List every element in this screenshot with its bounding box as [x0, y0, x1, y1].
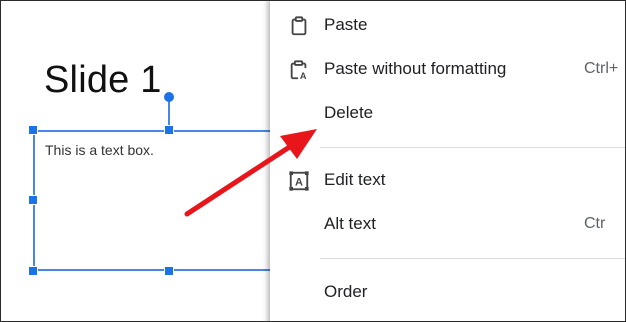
menu-item-shortcut: Ctr [584, 215, 606, 232]
menu-item-label: Paste without formatting [324, 59, 507, 78]
paste-without-formatting-icon: A [290, 60, 307, 81]
edit-text-icon: A [289, 171, 309, 191]
rotate-handle[interactable] [164, 92, 174, 102]
slides-editor-canvas: Slide 1 This is a text box. Paste A Past… [0, 0, 626, 322]
menu-item-paste-without-formatting[interactable]: A Paste without formatting Ctrl+ [270, 51, 625, 91]
resize-handle-top-left[interactable] [28, 125, 38, 135]
menu-item-delete[interactable]: Delete [270, 95, 625, 135]
resize-handle-bottom-middle[interactable] [164, 266, 174, 276]
svg-text:A: A [295, 177, 303, 189]
menu-divider [320, 258, 625, 259]
menu-item-label: Alt text [324, 214, 376, 233]
svg-text:A: A [300, 71, 307, 81]
menu-item-edit-text[interactable]: A Edit text [270, 161, 625, 201]
paste-icon [291, 16, 307, 36]
resize-handle-top-middle[interactable] [164, 125, 174, 135]
menu-item-label: Order [324, 282, 368, 301]
menu-item-order[interactable]: Order [270, 273, 625, 313]
resize-handle-middle-left[interactable] [28, 195, 38, 205]
slide-title[interactable]: Slide 1 [44, 59, 162, 102]
text-box-content[interactable]: This is a text box. [45, 142, 154, 158]
menu-item-label: Edit text [324, 170, 386, 189]
menu-item-alt-text[interactable]: Alt text Ctr [270, 205, 625, 245]
context-menu: Paste A Paste without formatting Ctrl+ D… [270, 1, 625, 321]
resize-handle-bottom-left[interactable] [28, 266, 38, 276]
menu-item-label: Delete [324, 103, 374, 122]
menu-item-paste[interactable]: Paste [270, 7, 625, 47]
menu-item-label: Paste [324, 15, 368, 34]
menu-divider [320, 147, 625, 148]
menu-item-shortcut: Ctrl+ [584, 60, 619, 77]
